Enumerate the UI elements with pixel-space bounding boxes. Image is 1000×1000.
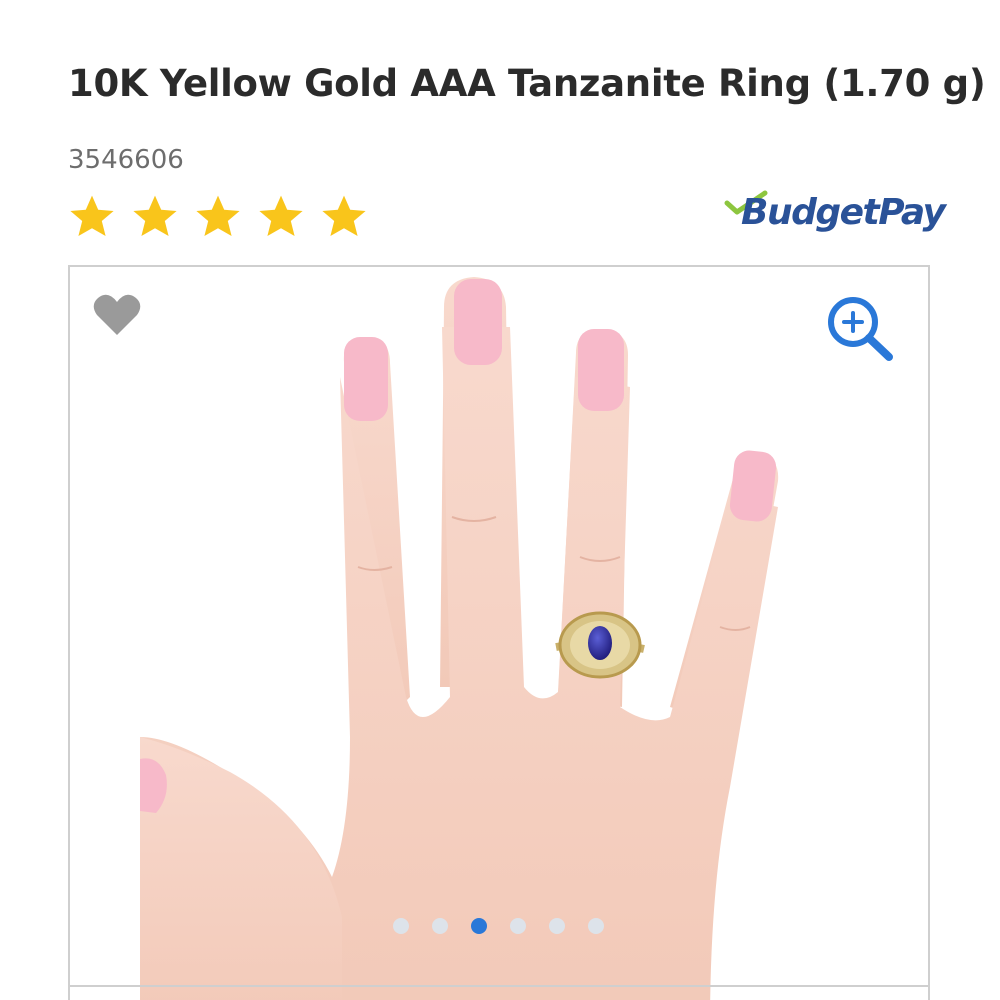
star-icon (196, 195, 240, 236)
budgetpay-logo[interactable]: BudgetPay (724, 190, 946, 246)
carousel-dot-active[interactable] (471, 918, 487, 934)
carousel-dot[interactable] (432, 918, 448, 934)
carousel-dots (393, 918, 604, 934)
heart-icon[interactable] (92, 293, 142, 337)
rating-stars[interactable] (68, 192, 368, 242)
star-icon (70, 195, 114, 236)
budgetpay-label: BudgetPay (741, 192, 946, 233)
product-image-gallery[interactable] (68, 265, 930, 1000)
zoom-in-icon[interactable] (825, 294, 897, 364)
star-icon (322, 195, 366, 236)
star-icon (133, 195, 177, 236)
product-title: 10K Yellow Gold AAA Tanzanite Ring (1.70… (68, 62, 986, 105)
product-image (70, 267, 928, 1000)
product-sku: 3546606 (68, 145, 184, 175)
product-page: 10K Yellow Gold AAA Tanzanite Ring (1.70… (0, 0, 1000, 1000)
divider (68, 985, 930, 987)
carousel-dot[interactable] (549, 918, 565, 934)
carousel-dot[interactable] (393, 918, 409, 934)
carousel-dot[interactable] (588, 918, 604, 934)
carousel-dot[interactable] (510, 918, 526, 934)
star-icon (259, 195, 303, 236)
